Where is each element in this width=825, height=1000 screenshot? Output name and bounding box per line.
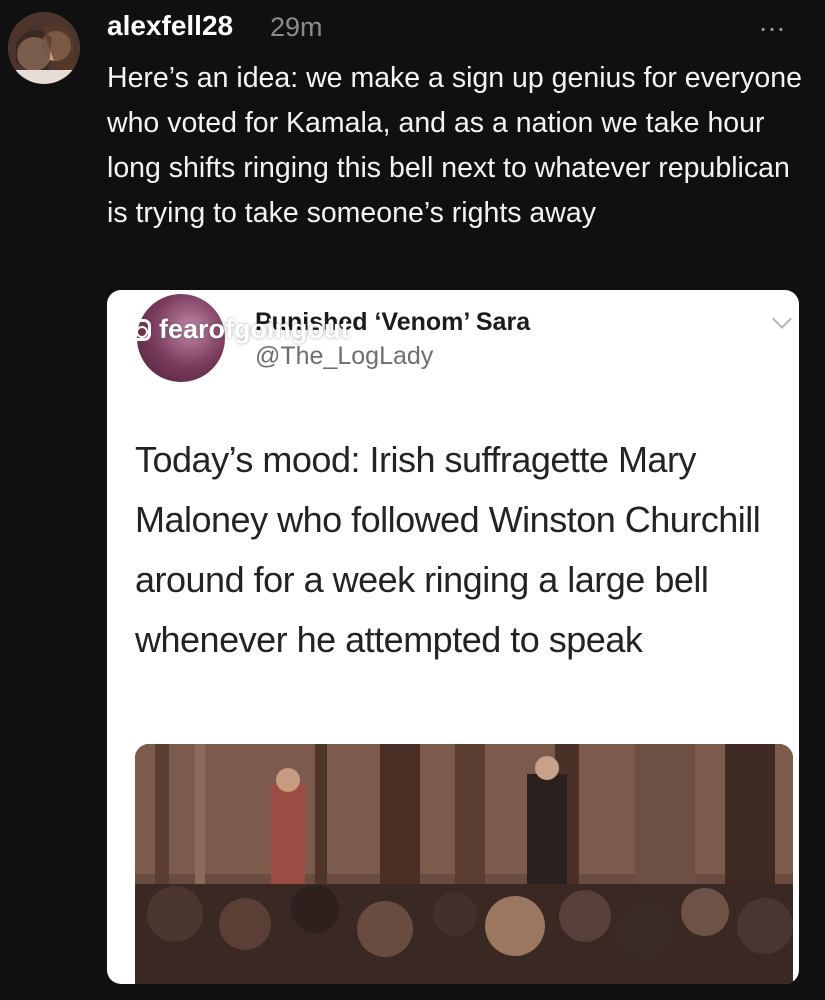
watermark-label: fearofgoingout xyxy=(159,314,350,344)
post-avatar[interactable] xyxy=(8,12,80,84)
avatar-image xyxy=(8,12,80,84)
post-timestamp: 29m xyxy=(270,12,323,42)
chevron-down-icon xyxy=(772,309,792,329)
watermark: fearofgoingout xyxy=(129,314,349,345)
post-username[interactable]: alexfell28 xyxy=(107,10,233,42)
post-text: Here’s an idea: we make a sign up genius… xyxy=(107,62,802,229)
tweet-text: Today’s mood: Irish suffragette Mary Mal… xyxy=(135,439,761,660)
historical-photo xyxy=(135,744,793,984)
tweet-author-handle: @The_LogLady xyxy=(255,342,434,370)
instagram-icon xyxy=(129,318,151,341)
more-options-icon[interactable]: … xyxy=(758,6,787,38)
embedded-tweet-image[interactable]: Punished ‘Venom’ Sara @The_LogLady fearo… xyxy=(107,290,799,984)
